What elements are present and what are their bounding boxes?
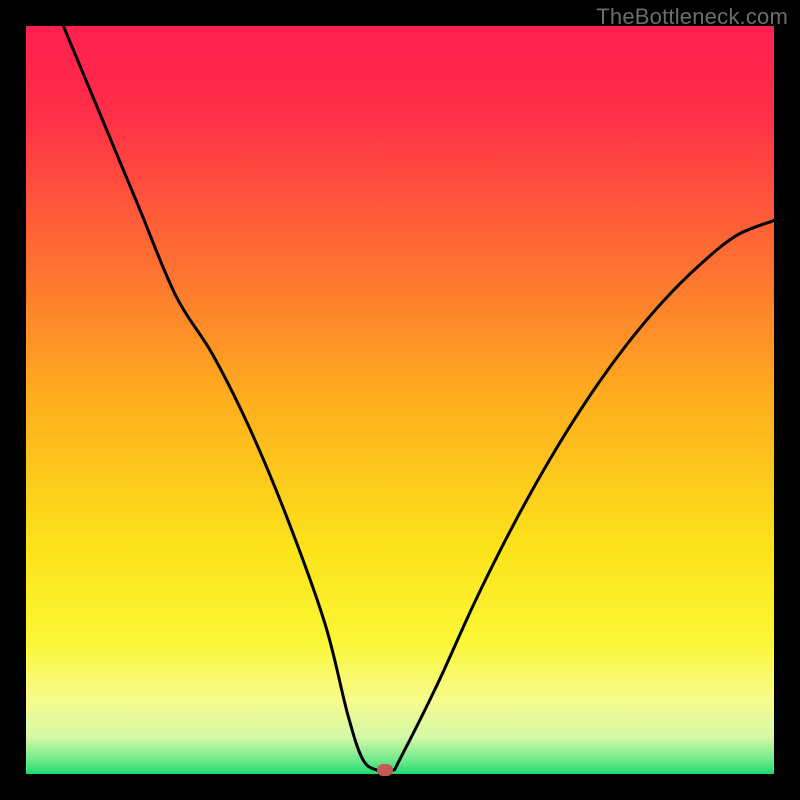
minimum-marker [377,764,393,776]
chart-frame: TheBottleneck.com [0,0,800,800]
watermark-text: TheBottleneck.com [596,4,788,30]
plot-area [26,26,774,774]
bottleneck-curve [26,26,774,774]
